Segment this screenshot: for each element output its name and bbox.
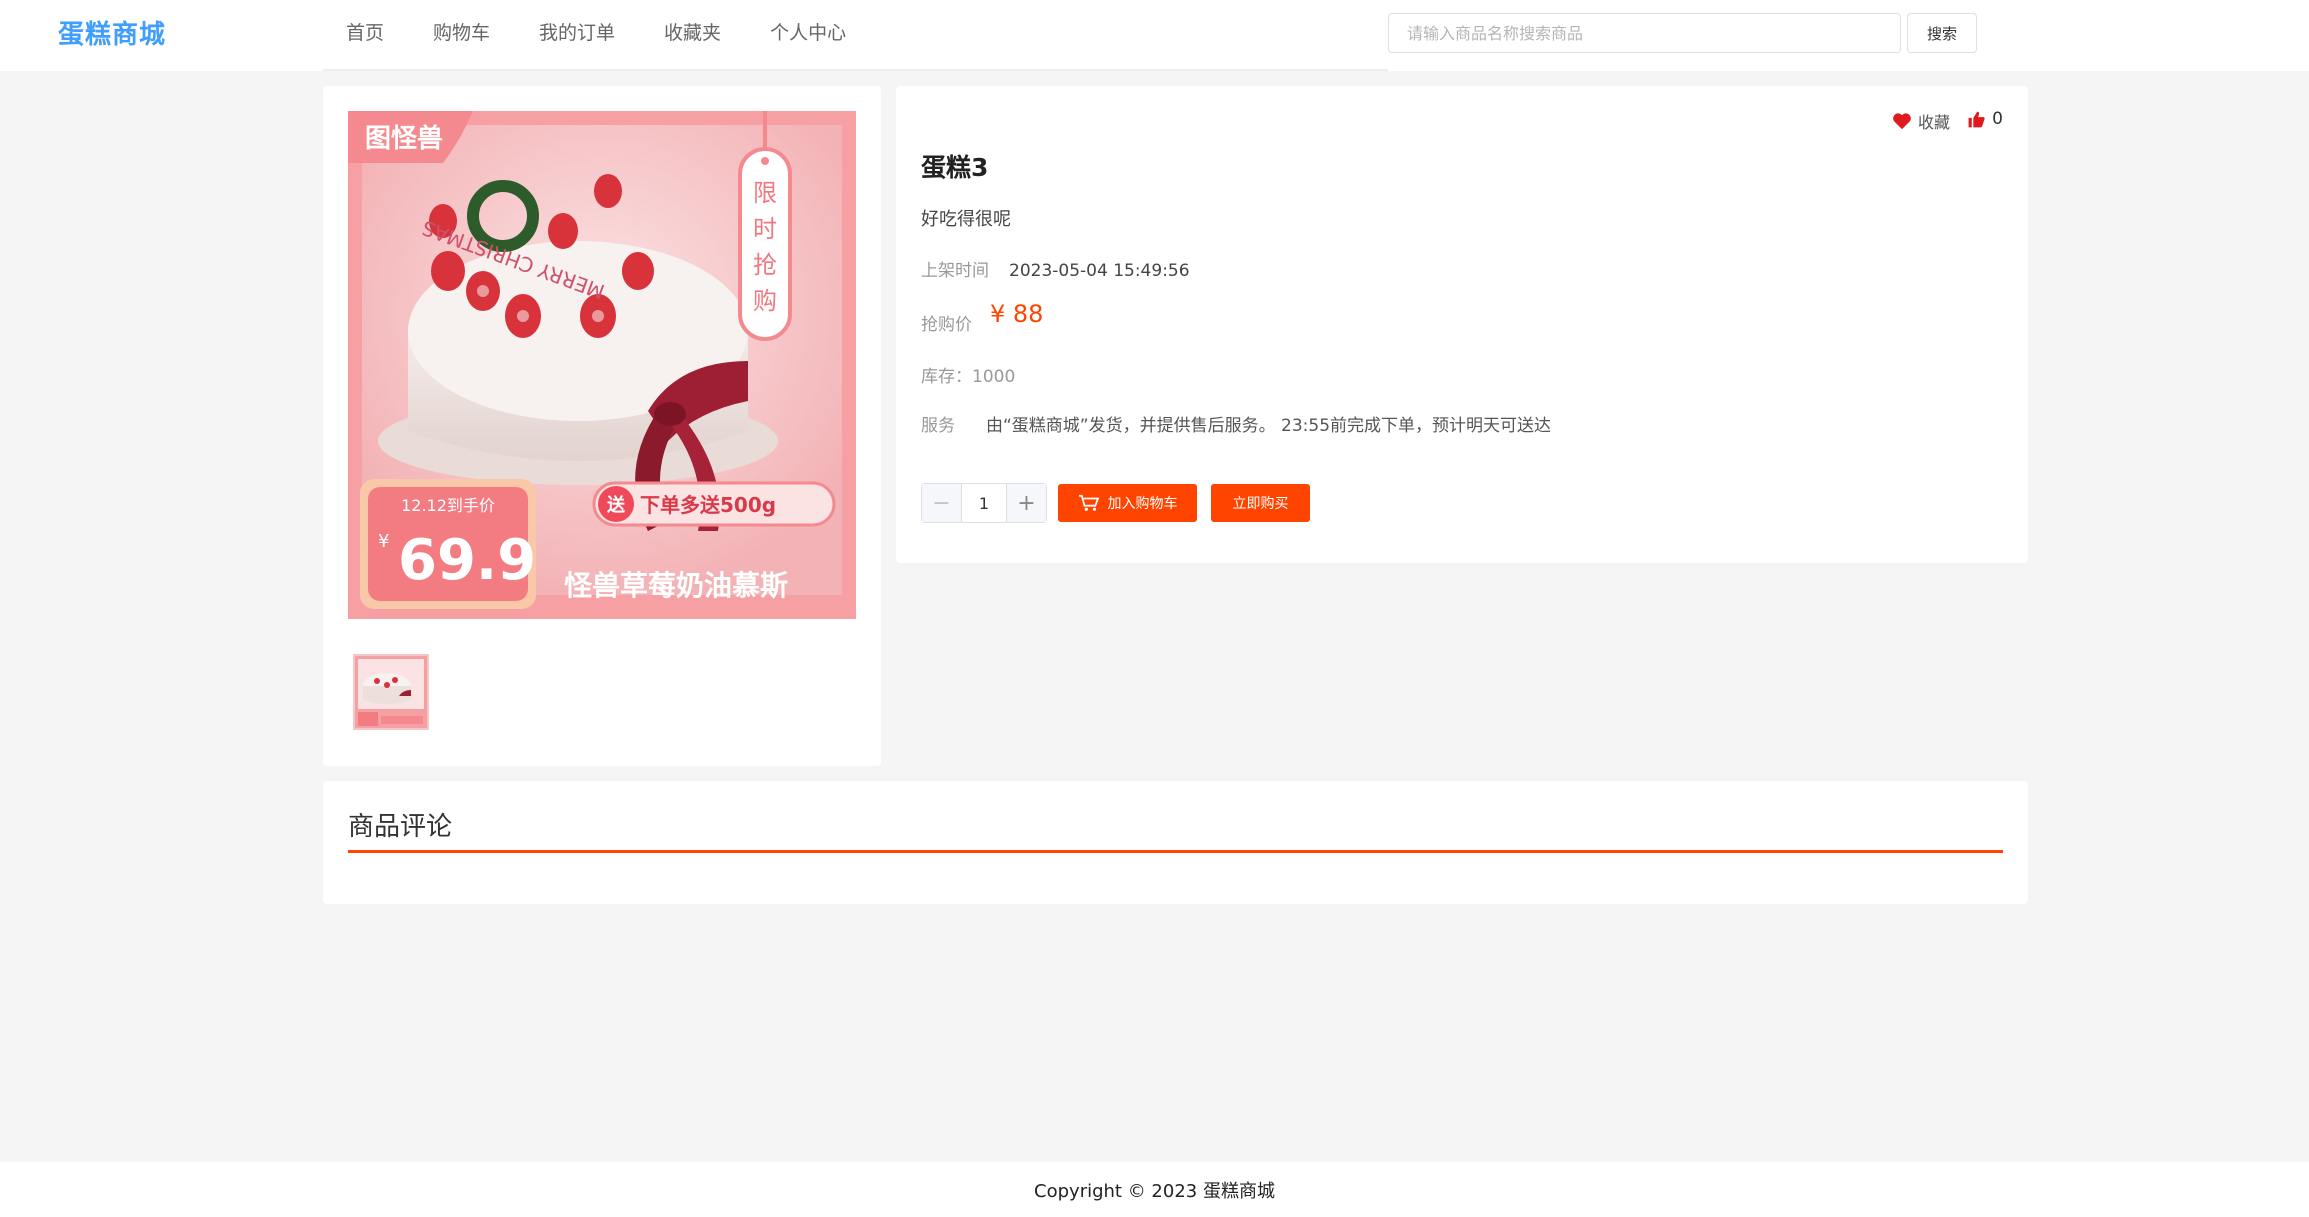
quantity-increase-button[interactable]: + xyxy=(1006,484,1046,522)
favorite-button[interactable]: 收藏 xyxy=(1892,109,1950,133)
main-nav: 首页 购物车 我的订单 收藏夹 个人中心 xyxy=(346,20,895,46)
listing-time-row: 上架时间 2023-05-04 15:49:56 xyxy=(921,256,1190,281)
service-text: 由“蛋糕商城”发货，并提供售后服务。 23:55前完成下单，预计明天可送达 xyxy=(986,416,1552,436)
gift-text: 下单多送500g xyxy=(640,493,776,517)
promo-price: 69.9 xyxy=(398,528,536,593)
nav-cart[interactable]: 购物车 xyxy=(433,20,490,46)
tag-char-2: 时 xyxy=(753,215,777,243)
cake-illustration: MERRY CHRISTMAS 图怪兽 限 时 抢 购 12.12到手价 ¥ 6… xyxy=(348,111,856,619)
like-count: 0 xyxy=(1992,109,2003,129)
product-main-image: MERRY CHRISTMAS 图怪兽 限 时 抢 购 12.12到手价 ¥ 6… xyxy=(348,111,856,619)
product-description: 好吃得很呢 xyxy=(921,209,1011,230)
listing-time-label: 上架时间 xyxy=(921,261,989,281)
quantity-stepper: − 1 + xyxy=(921,483,1047,523)
buy-now-button[interactable]: 立即购买 xyxy=(1211,484,1310,522)
tag-char-3: 抢 xyxy=(753,251,777,279)
promo-caption: 12.12到手价 xyxy=(401,496,495,515)
image-product-name: 怪兽草莓奶油慕斯 xyxy=(564,569,788,602)
price-label: 抢购价 xyxy=(921,315,972,335)
nav-profile[interactable]: 个人中心 xyxy=(770,20,846,46)
reviews-divider xyxy=(348,850,2003,853)
product-thumbnail[interactable] xyxy=(353,654,429,730)
tag-char-1: 限 xyxy=(753,179,777,207)
search-button[interactable]: 搜索 xyxy=(1907,13,1977,53)
reviews-section: 商品评论 xyxy=(323,781,2028,904)
thumbnail-image xyxy=(355,656,427,728)
heart-icon xyxy=(1893,113,1911,130)
like-button[interactable]: 0 xyxy=(1967,109,2003,129)
product-title: 蛋糕3 xyxy=(921,153,989,182)
favorite-label: 收藏 xyxy=(1917,113,1950,132)
top-header: 蛋糕商城 首页 购物车 我的订单 收藏夹 个人中心 搜索 xyxy=(0,0,2309,71)
product-price: ¥ 88 xyxy=(990,300,1044,328)
nav-favorites[interactable]: 收藏夹 xyxy=(664,20,721,46)
add-to-cart-label: 加入购物车 xyxy=(1107,496,1178,512)
cart-icon xyxy=(1078,494,1099,511)
nav-divider xyxy=(323,69,1388,71)
listing-time-value: 2023-05-04 15:49:56 xyxy=(1009,261,1190,281)
gift-badge: 送 xyxy=(606,494,626,516)
tag-char-4: 购 xyxy=(753,287,777,315)
thumbs-up-icon xyxy=(1968,111,1985,127)
image-brand: 图怪兽 xyxy=(365,123,443,154)
quantity-decrease-button[interactable]: − xyxy=(922,484,962,522)
promo-currency: ¥ xyxy=(378,531,389,552)
product-gallery: MERRY CHRISTMAS 图怪兽 限 时 抢 购 12.12到手价 ¥ 6… xyxy=(323,86,881,766)
stock-info: 库存：1000 xyxy=(921,367,1016,387)
add-to-cart-button[interactable]: 加入购物车 xyxy=(1058,484,1197,522)
page-footer: Copyright © 2023 蛋糕商城 xyxy=(0,1162,2309,1217)
quantity-value[interactable]: 1 xyxy=(962,484,1006,522)
copyright-text: Copyright © 2023 蛋糕商城 xyxy=(1034,1181,1275,1202)
search-input[interactable] xyxy=(1388,13,1901,53)
service-label: 服务 xyxy=(921,416,955,436)
nav-home[interactable]: 首页 xyxy=(346,20,384,46)
nav-orders[interactable]: 我的订单 xyxy=(539,20,615,46)
product-info: 收藏 0 蛋糕3 好吃得很呢 上架时间 2023-05-04 15:49:56 抢… xyxy=(896,86,2028,563)
reviews-title: 商品评论 xyxy=(348,812,453,842)
site-logo[interactable]: 蛋糕商城 xyxy=(58,14,166,51)
